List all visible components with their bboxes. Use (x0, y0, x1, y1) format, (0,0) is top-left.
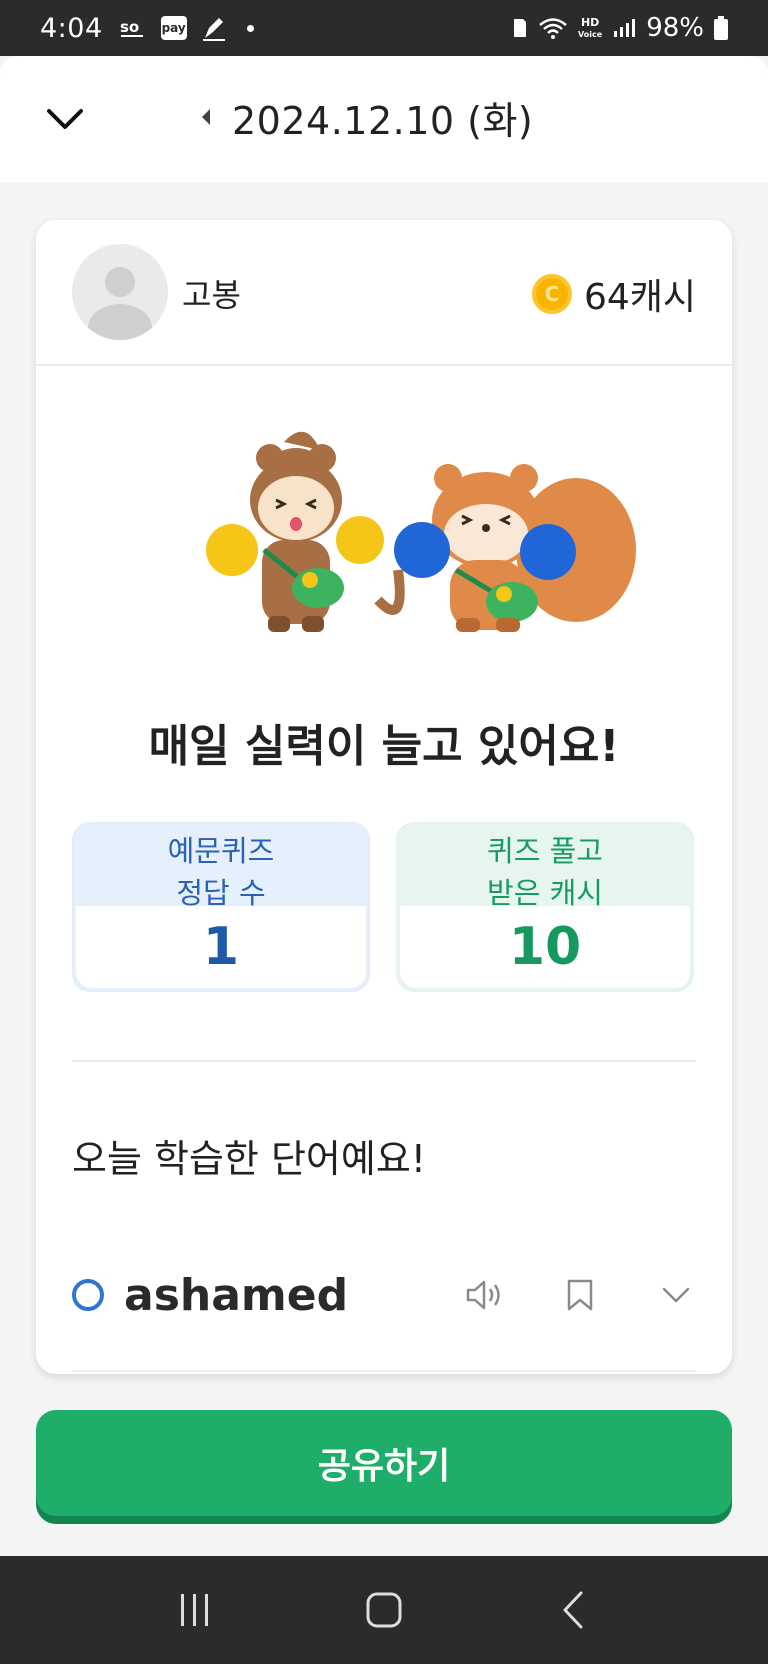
status-time: 4:04 (40, 12, 103, 44)
learned-words-title: 오늘 학습한 단어예요! (72, 1137, 427, 1181)
cash-amount: 64캐시 (583, 277, 696, 318)
stat-quiz-correct: 예문퀴즈 정답 수 1 (72, 822, 370, 992)
pronunciation-button[interactable] (464, 1275, 504, 1315)
bank-sol-icon: so (117, 13, 147, 43)
stat-cash-earned: 퀴즈 풀고 받은 캐시 10 (396, 822, 694, 992)
avatar (72, 244, 168, 340)
mascot-illustration (156, 420, 636, 650)
coin-icon: C (531, 274, 572, 314)
stat-value: 10 (400, 906, 690, 988)
previous-date-button[interactable] (200, 102, 214, 132)
recent-apps-button[interactable] (165, 1580, 225, 1640)
battery-icon (714, 16, 728, 40)
bookmark-icon (567, 1279, 593, 1311)
expand-word-button[interactable] (656, 1275, 696, 1315)
word-text: ashamed (124, 1269, 349, 1321)
home-button[interactable] (354, 1580, 414, 1640)
back-button[interactable] (543, 1580, 603, 1640)
date-selector: 2024.12.10 (화) (200, 90, 533, 144)
header: 2024.12.10 (화) (0, 56, 768, 182)
recent-apps-icon (180, 1594, 208, 1626)
home-icon (366, 1592, 402, 1628)
stat-value: 1 (76, 906, 366, 988)
stat-label: 예문퀴즈 정답 수 (167, 834, 275, 910)
sim-icon (512, 17, 528, 39)
share-button[interactable]: 공유하기 (36, 1410, 732, 1516)
battery-percent: 98% (646, 13, 704, 43)
status-bar: 4:04 so pay HD Voice 98% (0, 0, 768, 56)
wifi-icon (538, 16, 568, 40)
pen-icon (201, 14, 227, 42)
chevron-down-icon (47, 109, 83, 129)
result-card: 고봉 C 64캐시 매일 실력이 늘고 있어요! 예문퀴즈 정답 수 1 퀴즈 … (36, 220, 732, 1374)
profile-row: 고봉 C 64캐시 (36, 220, 732, 366)
pay-icon: pay (160, 16, 187, 40)
stat-label: 퀴즈 풀고 받은 캐시 (487, 834, 603, 910)
signal-icon (612, 17, 636, 39)
chevron-down-icon (662, 1287, 690, 1303)
headline: 매일 실력이 늘고 있어요! (148, 721, 620, 772)
word-list-item[interactable]: ashamed (72, 1260, 696, 1330)
cash-balance: C 64캐시 (531, 268, 696, 320)
notification-dot-icon (246, 24, 254, 32)
speaker-icon (466, 1280, 500, 1310)
svg-text:so: so (120, 18, 139, 36)
back-chevron-icon (563, 1591, 583, 1629)
hd-voice-icon: HD Voice (578, 15, 603, 39)
collapse-button[interactable] (40, 94, 90, 144)
date-label: 2024.12.10 (화) (232, 98, 534, 143)
correct-circle-icon (72, 1279, 104, 1311)
caret-left-icon (202, 109, 210, 125)
bookmark-button[interactable] (560, 1275, 600, 1315)
system-nav-bar (0, 1556, 768, 1664)
username: 고봉 (182, 276, 241, 314)
divider (72, 1370, 696, 1372)
divider (72, 1060, 696, 1062)
